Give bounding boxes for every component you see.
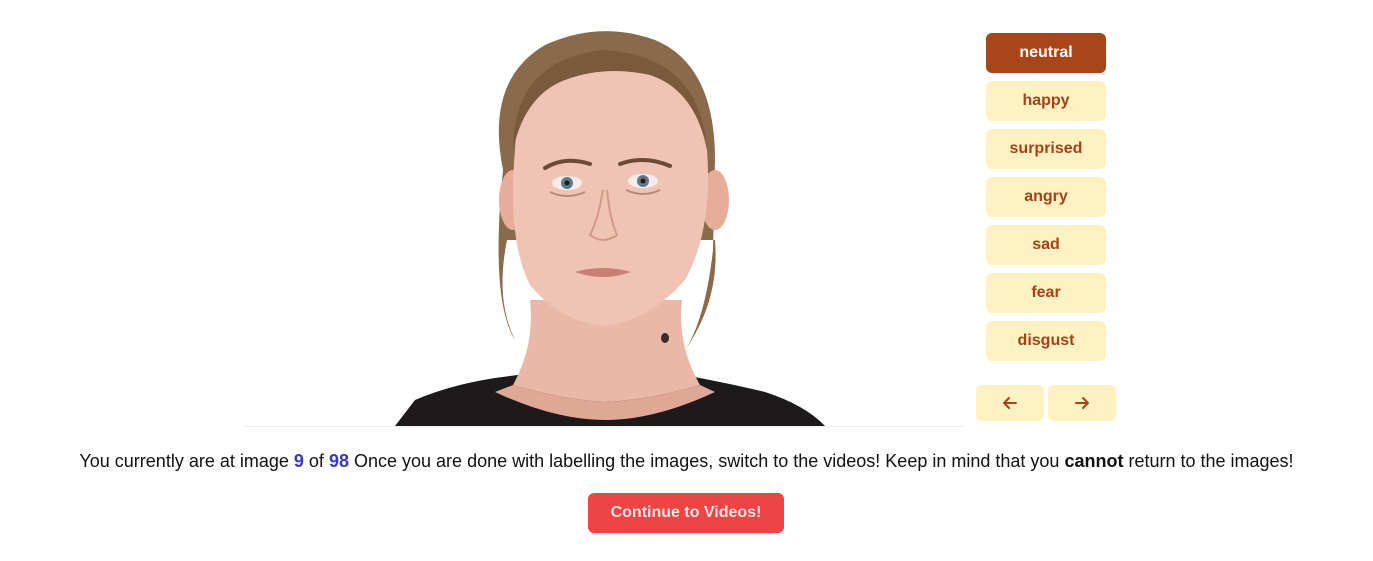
label-button-angry[interactable]: angry — [986, 177, 1106, 217]
label-button-happy[interactable]: happy — [986, 81, 1106, 121]
status-emphasis: cannot — [1064, 451, 1124, 471]
label-button-surprised[interactable]: surprised — [986, 129, 1106, 169]
previous-image-button[interactable] — [976, 385, 1044, 421]
label-button-neutral[interactable]: neutral — [986, 33, 1106, 73]
total-image-count: 98 — [328, 451, 349, 471]
label-button-disgust[interactable]: disgust — [986, 321, 1106, 361]
status-prefix: You currently are at image — [79, 451, 289, 471]
status-suffix: return to the images! — [1128, 451, 1294, 471]
portrait-illustration — [395, 31, 825, 426]
image-navigation — [976, 385, 1116, 421]
next-image-button[interactable] — [1048, 385, 1116, 421]
current-image-number: 9 — [293, 451, 304, 471]
progress-status-text: You currently are at image 9 of 98 Once … — [0, 451, 1373, 472]
labelling-page: neutral happy surprised angry sad fear d… — [0, 0, 1373, 561]
label-button-sad[interactable]: sad — [986, 225, 1106, 265]
arrow-right-icon — [1075, 397, 1089, 409]
status-of: of — [308, 451, 324, 471]
arrow-left-icon — [1003, 397, 1017, 409]
continue-to-videos-button[interactable]: Continue to Videos! — [588, 493, 784, 533]
status-middle: Once you are done with labelling the ima… — [354, 451, 1060, 471]
face-image — [245, 0, 963, 427]
emotion-label-list: neutral happy surprised angry sad fear d… — [986, 33, 1106, 369]
label-button-fear[interactable]: fear — [986, 273, 1106, 313]
